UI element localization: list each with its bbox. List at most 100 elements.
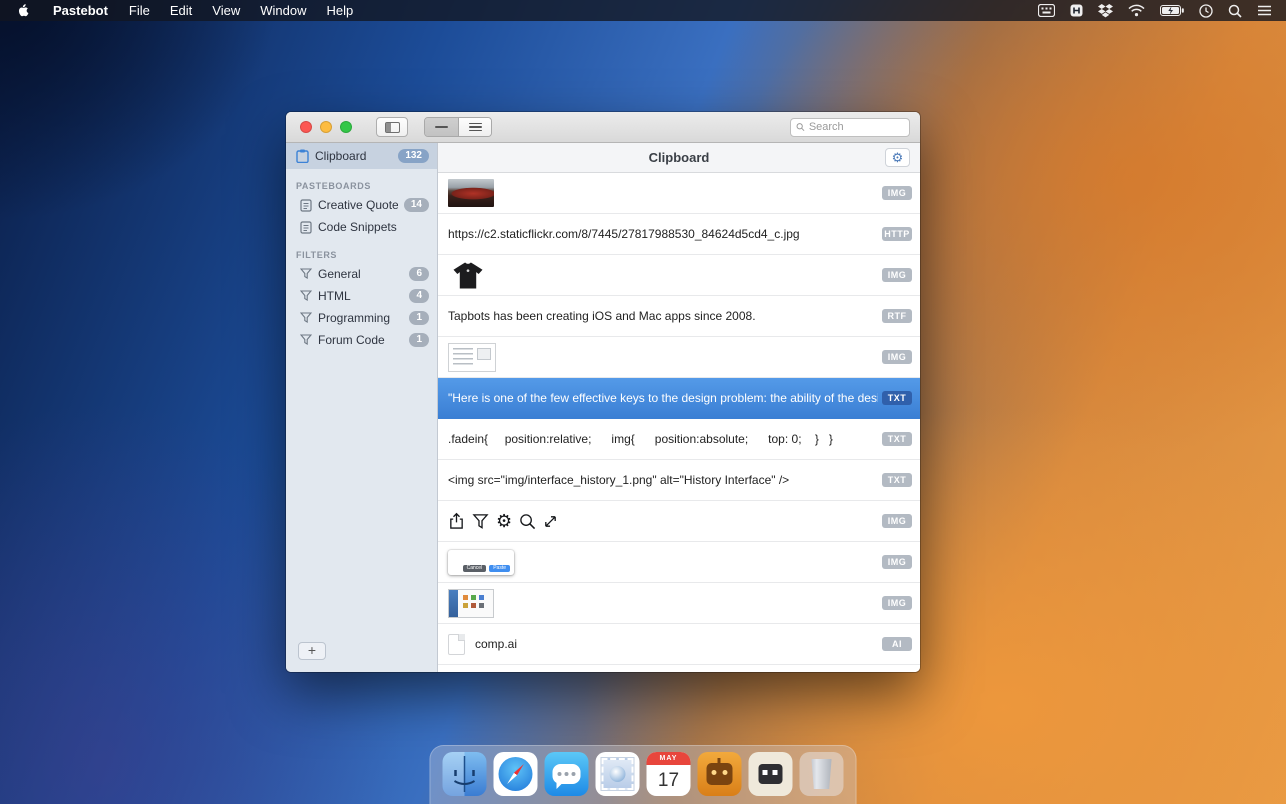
search-input[interactable]: [809, 121, 904, 133]
funnel-icon: [472, 513, 489, 530]
view-mode-segmented-control: [424, 117, 492, 137]
clipboard-item-row[interactable]: Tapbots has been creating iOS and Mac ap…: [438, 296, 920, 337]
menu-edit[interactable]: Edit: [160, 0, 202, 21]
sidebar-item-programming[interactable]: Programming 1: [286, 307, 437, 329]
image-thumbnail-dialog: Cancel Paste: [448, 550, 514, 575]
count-badge: 14: [404, 198, 429, 212]
clipboard-icon: [296, 149, 309, 163]
dock-mail-icon[interactable]: [596, 752, 640, 796]
clipboard-count-badge: 132: [398, 149, 429, 163]
view-mode-list-button[interactable]: [458, 118, 491, 136]
image-thumbnail-webpage: [448, 343, 496, 372]
sidebar-item-label: Creative Quotes: [318, 198, 398, 212]
dock-robot-app-icon[interactable]: [749, 752, 793, 796]
share-icon: [448, 512, 465, 530]
count-badge: 4: [409, 289, 429, 303]
battery-icon[interactable]: [1160, 5, 1184, 16]
dock: MAY 17: [430, 745, 857, 804]
minimize-button[interactable]: [320, 121, 332, 133]
item-type-badge: TXT: [882, 473, 912, 487]
pasteboard-icon: [300, 199, 312, 212]
magnifier-icon: [519, 513, 536, 530]
apple-menu-icon[interactable]: [0, 0, 42, 21]
sidebar-item-general[interactable]: General 6: [286, 263, 437, 285]
menu-view[interactable]: View: [202, 0, 250, 21]
sidebar-item-label: HTML: [318, 289, 403, 303]
add-pasteboard-button[interactable]: +: [298, 642, 326, 660]
clipboard-panel: Clipboard ⚙ IMG https://c2.staticflickr.…: [438, 143, 920, 672]
square-status-icon[interactable]: [1070, 4, 1083, 17]
item-type-badge: IMG: [882, 514, 912, 528]
dropbox-icon[interactable]: [1098, 4, 1113, 18]
menu-file[interactable]: File: [119, 0, 160, 21]
zoom-button[interactable]: [340, 121, 352, 133]
settings-button[interactable]: ⚙: [885, 148, 910, 167]
menu-help[interactable]: Help: [316, 0, 363, 21]
desktop-wallpaper: Pastebot File Edit View Window Help: [0, 0, 1286, 804]
item-type-badge: IMG: [882, 555, 912, 569]
dock-messages-icon[interactable]: [545, 752, 589, 796]
sidebar-toggle-icon: [385, 122, 400, 133]
sidebar-toggle-button[interactable]: [376, 117, 408, 137]
dock-pastebot-icon[interactable]: [698, 752, 742, 796]
clipboard-item-row[interactable]: Cancel Paste IMG: [438, 542, 920, 583]
clipboard-item-row[interactable]: ⚙ IMG: [438, 501, 920, 542]
count-badge: 6: [409, 267, 429, 281]
spotlight-search-icon[interactable]: [1228, 4, 1242, 18]
keyboard-viewer-icon[interactable]: [1038, 4, 1055, 17]
clipboard-item-row[interactable]: comp.ai AI: [438, 624, 920, 665]
count-badge: 1: [409, 311, 429, 325]
item-type-badge: IMG: [882, 596, 912, 610]
sidebar-item-clipboard[interactable]: Clipboard 132: [286, 143, 437, 169]
clipboard-item-row[interactable]: IMG: [438, 255, 920, 296]
view-mode-compact-button[interactable]: [425, 118, 458, 136]
dock-calendar-icon[interactable]: MAY 17: [647, 752, 691, 796]
sidebar-item-label: Programming: [318, 311, 403, 325]
panel-title: Clipboard: [649, 150, 710, 165]
filter-funnel-icon: [300, 334, 312, 346]
sidebar-item-html[interactable]: HTML 4: [286, 285, 437, 307]
sidebar-item-label: Forum Code: [318, 333, 403, 347]
clipboard-header: Clipboard ⚙: [438, 143, 920, 173]
sidebar-item-label: General: [318, 267, 403, 281]
clipboard-item-row-selected[interactable]: "Here is one of the few effective keys t…: [438, 378, 920, 419]
clipboard-item-row[interactable]: .fadein{ position:relative; img{ positio…: [438, 419, 920, 460]
item-type-badge: HTTP: [882, 227, 912, 241]
filter-funnel-icon: [300, 312, 312, 324]
clipboard-item-row[interactable]: IMG: [438, 173, 920, 214]
close-button[interactable]: [300, 121, 312, 133]
clipboard-item-row[interactable]: <img src="img/interface_history_1.png" a…: [438, 460, 920, 501]
item-text: https://c2.staticflickr.com/8/7445/27817…: [448, 227, 800, 241]
menu-window[interactable]: Window: [250, 0, 316, 21]
sidebar-item-forum-code[interactable]: Forum Code 1: [286, 329, 437, 351]
item-text: <img src="img/interface_history_1.png" a…: [448, 473, 789, 487]
notification-center-icon[interactable]: [1257, 5, 1272, 16]
image-thumbnail-tshirt: [448, 261, 488, 290]
clipboard-item-row[interactable]: https://c2.staticflickr.com/8/7445/27817…: [438, 214, 920, 255]
window-titlebar[interactable]: [286, 112, 920, 143]
dock-finder-icon[interactable]: [443, 752, 487, 796]
filter-funnel-icon: [300, 268, 312, 280]
sidebar-item-code-snippets[interactable]: Code Snippets: [286, 216, 437, 238]
list-lines-icon: [469, 123, 482, 132]
clock-icon[interactable]: [1199, 4, 1213, 18]
image-thumbnail-car-photo: [448, 179, 494, 207]
item-type-badge: IMG: [882, 268, 912, 282]
clipboard-item-row[interactable]: IMG: [438, 583, 920, 624]
clipboard-item-list: IMG https://c2.staticflickr.com/8/7445/2…: [438, 173, 920, 672]
wifi-icon[interactable]: [1128, 4, 1145, 17]
image-thumbnail-app-screenshot: [448, 589, 494, 618]
filters-section-header: FILTERS: [296, 250, 427, 260]
traffic-lights: [300, 121, 352, 133]
dock-safari-icon[interactable]: [494, 752, 538, 796]
dock-trash-icon[interactable]: [800, 752, 844, 796]
search-field[interactable]: [790, 118, 910, 137]
sidebar-item-label: Clipboard: [315, 149, 392, 163]
file-icon: [448, 634, 465, 655]
clipboard-item-row[interactable]: IMG: [438, 337, 920, 378]
app-menu-pastebot[interactable]: Pastebot: [42, 0, 119, 21]
calendar-day-label: 17: [647, 765, 691, 796]
item-text: .fadein{ position:relative; img{ positio…: [448, 432, 833, 446]
item-type-badge: IMG: [882, 186, 912, 200]
sidebar-item-creative-quotes[interactable]: Creative Quotes 14: [286, 194, 437, 216]
